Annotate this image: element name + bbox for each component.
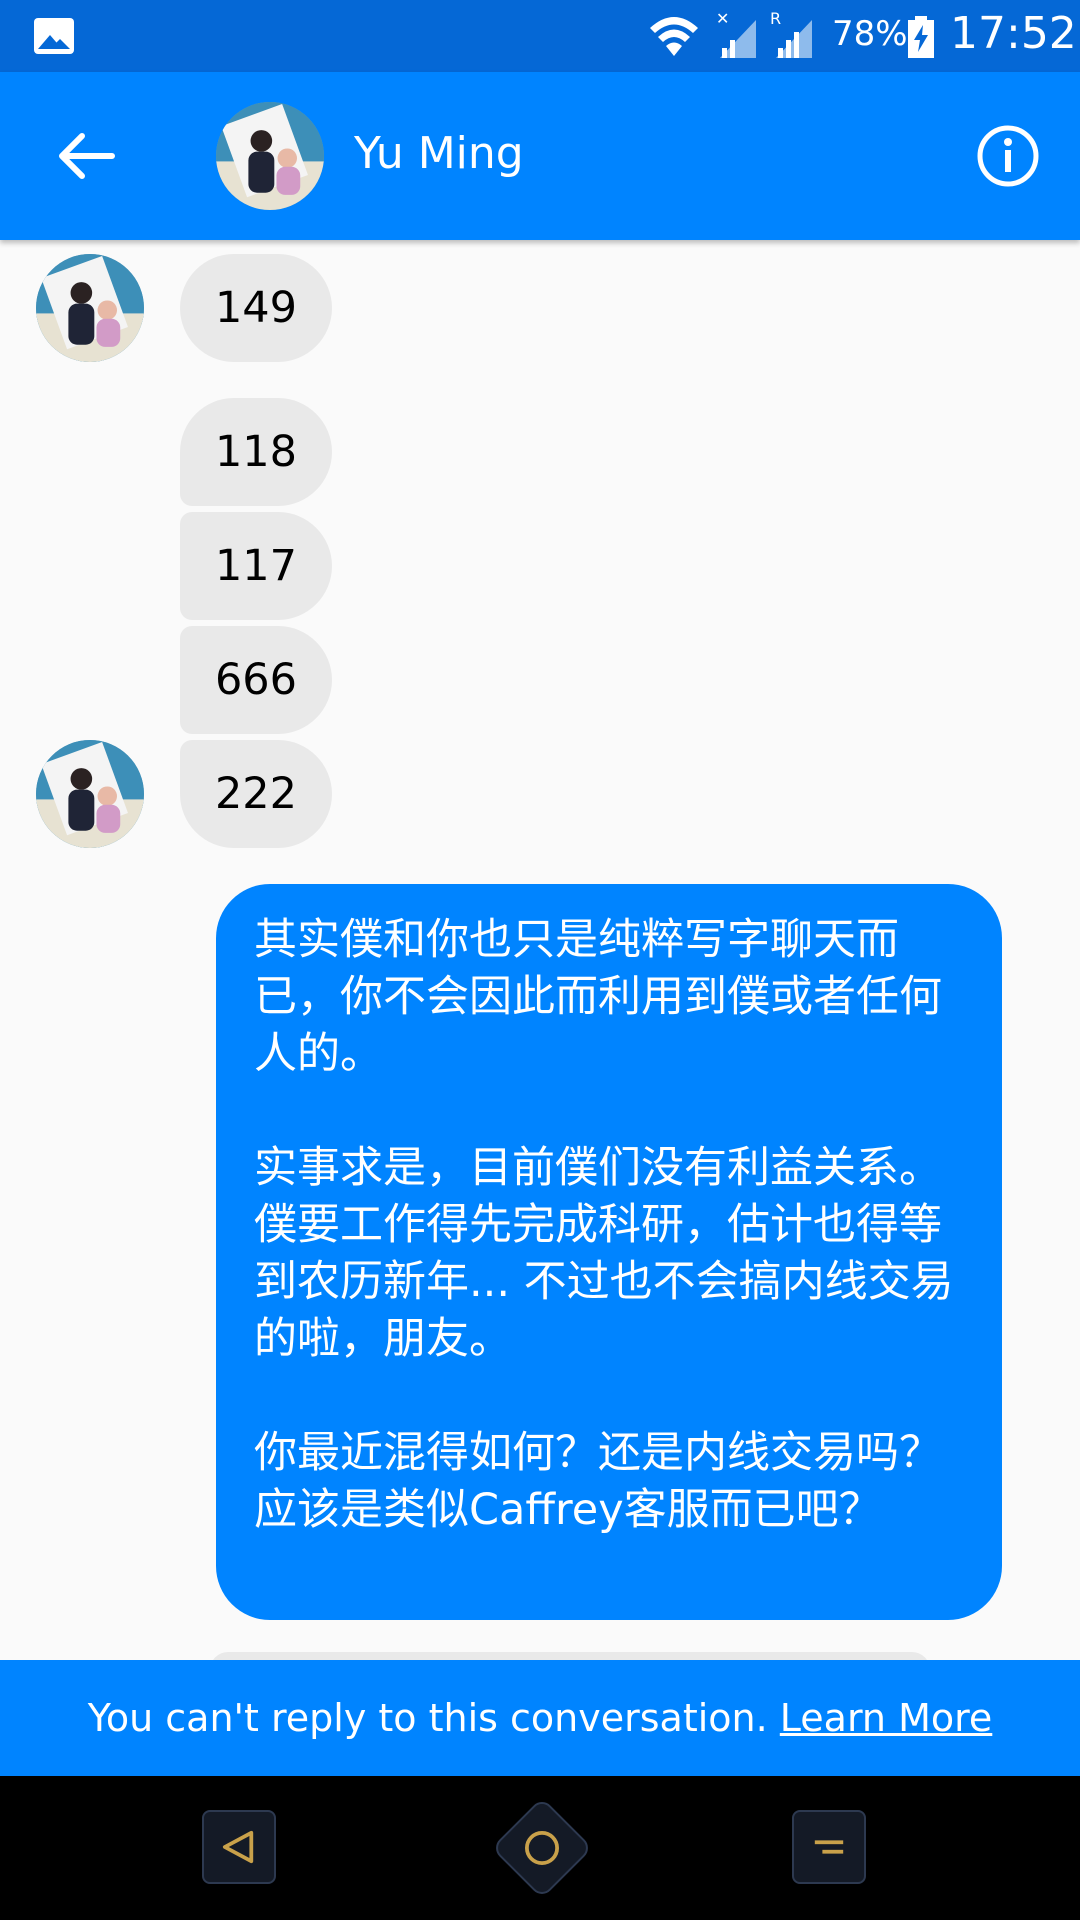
- contact-avatar[interactable]: [216, 102, 324, 210]
- learn-more-link[interactable]: Learn More: [780, 1696, 993, 1740]
- back-arrow-icon[interactable]: [48, 116, 128, 196]
- info-icon[interactable]: [976, 124, 1040, 188]
- clock: 17:52: [950, 8, 1077, 59]
- nav-back-button[interactable]: [202, 1810, 276, 1884]
- signal-roaming-icon: R: [770, 10, 812, 58]
- status-bar: ✕ R 78% 17:52: [0, 0, 1080, 72]
- outgoing-message[interactable]: 其实僕和你也只是纯粹写字聊天而已，你不会因此而利用到僕或者任何人的。 实事求是，…: [216, 884, 1002, 1620]
- contact-name[interactable]: Yu Ming: [354, 128, 524, 179]
- next-message-peek: [210, 1652, 930, 1660]
- incoming-message[interactable]: 222: [180, 740, 332, 848]
- incoming-message[interactable]: 666: [180, 626, 332, 734]
- nav-home-button[interactable]: [491, 1797, 593, 1899]
- system-nav-bar: [0, 1776, 1080, 1920]
- message-paragraph: 实事求是，目前僕们没有利益关系。僕要工作得先完成科研，估计也得等到农历新年...…: [254, 1143, 954, 1364]
- sender-avatar[interactable]: [36, 254, 144, 362]
- menu-lines-icon: [814, 1840, 844, 1854]
- incoming-message[interactable]: 149: [180, 254, 332, 362]
- message-paragraph: 其实僕和你也只是纯粹写字聊天而已，你不会因此而利用到僕或者任何人的。: [254, 915, 942, 1079]
- wifi-icon: [650, 17, 698, 56]
- gallery-icon: [34, 18, 74, 54]
- conversation-header: Yu Ming: [0, 72, 1080, 240]
- battery-percent: 78%: [832, 14, 908, 54]
- battery-charging-icon: [908, 16, 934, 58]
- circle-home-icon: [525, 1831, 559, 1865]
- signal-icon: ✕: [716, 10, 756, 58]
- message-paragraph: 你最近混得如何？还是内线交易吗？应该是类似Caffrey客服而已吧？: [254, 1428, 942, 1535]
- banner-text: You can't reply to this conversation.: [87, 1696, 768, 1740]
- nav-recents-button[interactable]: [792, 1810, 866, 1884]
- triangle-back-icon: [222, 1830, 254, 1864]
- sender-avatar[interactable]: [36, 740, 144, 848]
- svg-text:R: R: [770, 10, 781, 28]
- incoming-message[interactable]: 117: [180, 512, 332, 620]
- message-list[interactable]: 149 118 117 666 222 其实僕和你也只是纯粹写字聊天而已，你不会…: [0, 240, 1080, 1660]
- svg-text:✕: ✕: [716, 10, 729, 28]
- cannot-reply-banner: You can't reply to this conversation. Le…: [0, 1660, 1080, 1776]
- incoming-message[interactable]: 118: [180, 398, 332, 506]
